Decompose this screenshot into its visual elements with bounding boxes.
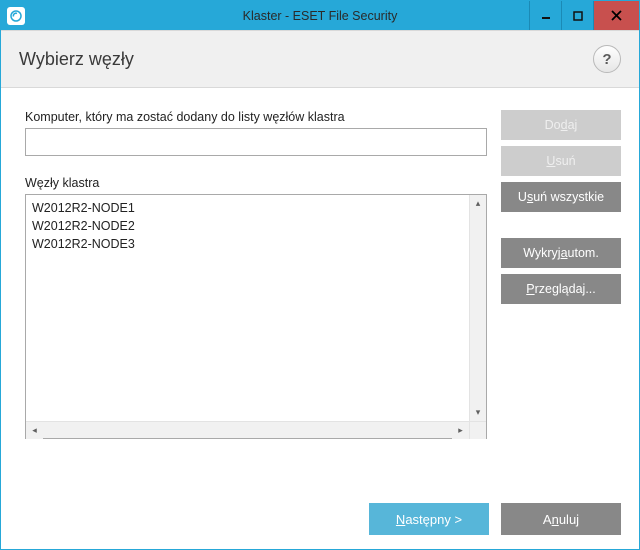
nodes-listbox-content[interactable]: W2012R2-NODE1 W2012R2-NODE2 W2012R2-NODE… xyxy=(26,195,469,421)
nodes-listbox[interactable]: W2012R2-NODE1 W2012R2-NODE2 W2012R2-NODE… xyxy=(25,194,487,439)
remove-all-button[interactable]: Usuń wszystkie xyxy=(501,182,621,212)
close-button[interactable] xyxy=(593,1,639,30)
help-button[interactable]: ? xyxy=(593,45,621,73)
list-item[interactable]: W2012R2-NODE2 xyxy=(32,217,463,235)
maximize-button[interactable] xyxy=(561,1,593,30)
app-icon xyxy=(7,7,25,25)
scroll-left-icon[interactable]: ◂ xyxy=(26,422,43,439)
scroll-up-icon[interactable]: ▴ xyxy=(470,195,487,212)
right-column: Dodaj Usuń Usuń wszystkie Wykryj autom. … xyxy=(501,110,621,479)
computer-input[interactable] xyxy=(25,128,487,156)
scroll-right-icon[interactable]: ▸ xyxy=(452,422,469,439)
minimize-button[interactable] xyxy=(529,1,561,30)
list-item[interactable]: W2012R2-NODE1 xyxy=(32,199,463,217)
footer: Następny > Anuluj xyxy=(1,489,639,549)
window-controls xyxy=(529,1,639,30)
horizontal-scrollbar[interactable]: ◂ ▸ xyxy=(26,421,486,438)
titlebar[interactable]: Klaster - ESET File Security xyxy=(1,1,639,30)
page-title: Wybierz węzły xyxy=(19,49,134,70)
cancel-button[interactable]: Anuluj xyxy=(501,503,621,535)
next-button[interactable]: Następny > xyxy=(369,503,489,535)
browse-button[interactable]: Przeglądaj... xyxy=(501,274,621,304)
scroll-corner xyxy=(469,422,486,439)
autodetect-button[interactable]: Wykryj autom. xyxy=(501,238,621,268)
computer-label: Komputer, który ma zostać dodany do list… xyxy=(25,110,487,124)
add-button: Dodaj xyxy=(501,110,621,140)
vertical-scrollbar[interactable]: ▴ ▾ xyxy=(469,195,486,421)
left-column: Komputer, który ma zostać dodany do list… xyxy=(25,110,487,479)
nodes-label: Węzły klastra xyxy=(25,176,487,190)
window-root: Klaster - ESET File Security Wybierz węz… xyxy=(0,0,640,550)
header-band: Wybierz węzły ? xyxy=(1,30,639,88)
content-area: Komputer, który ma zostać dodany do list… xyxy=(1,88,639,489)
list-item[interactable]: W2012R2-NODE3 xyxy=(32,235,463,253)
scroll-down-icon[interactable]: ▾ xyxy=(470,404,487,421)
remove-button: Usuń xyxy=(501,146,621,176)
